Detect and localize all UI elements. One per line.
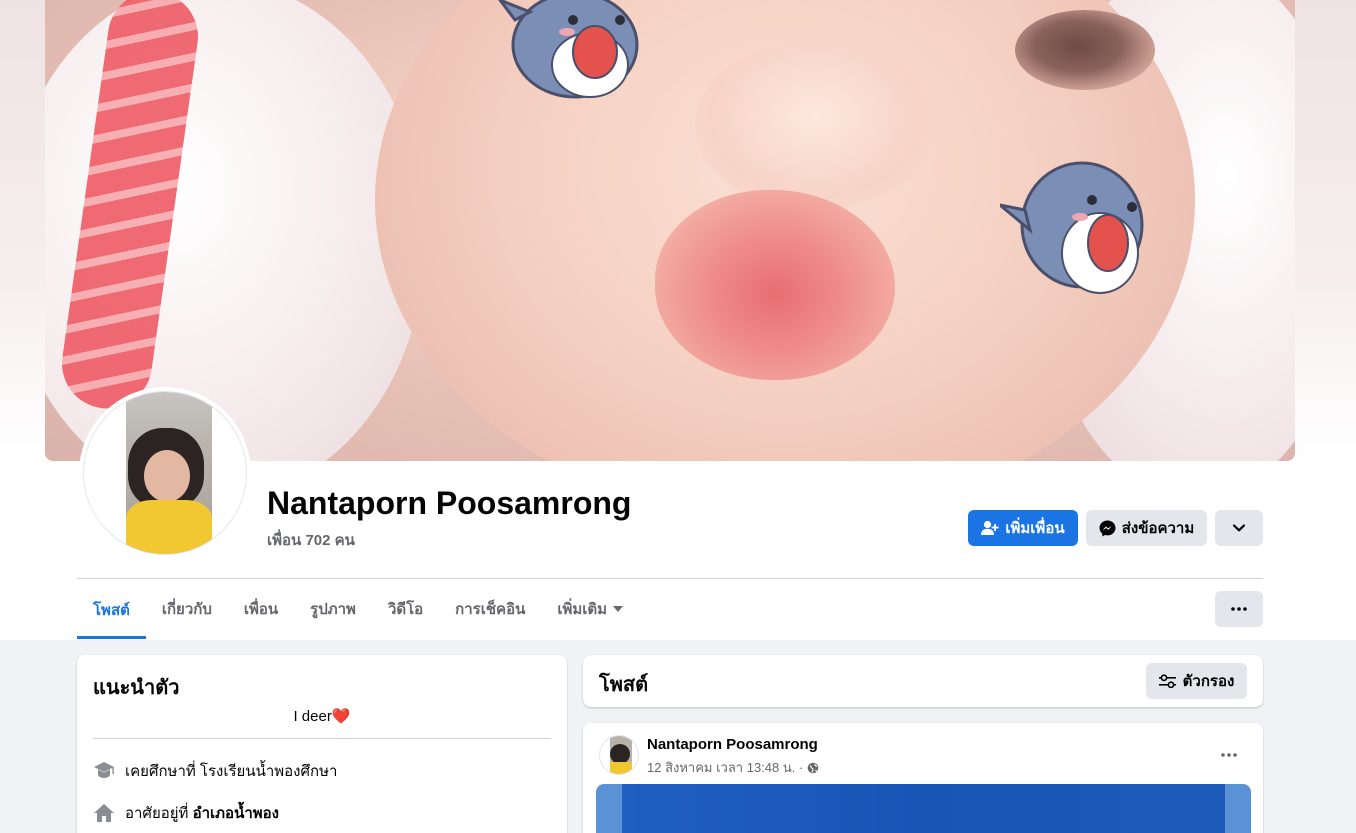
intro-title: แนะนำตัว [93,677,180,699]
cover-photo[interactable] [45,0,1295,461]
education-value[interactable]: โรงเรียนน้ำพองศึกษา [200,763,337,780]
tab-more[interactable]: เพิ่มเติม [541,580,639,638]
bio: I deer❤️ [77,707,567,725]
profile-name: Nantaporn Poosamrong [267,485,632,521]
bio-divider [93,738,551,739]
chevron-down-icon [1233,524,1245,532]
post-meta: 12 สิงหาคม เวลา 13:48 น. · [647,757,819,778]
bio-text: I deer [293,708,332,725]
filter-label: ตัวกรอง [1182,673,1235,690]
tab-label: การเช็คอิน [455,601,526,618]
post-avatar-shirt [610,762,632,774]
profile-tabs: โพสต์ เกี่ยวกับ เพื่อน รูปภาพ วิดีโอ การ… [77,580,639,640]
shark-sticker-icon [498,0,639,99]
add-person-icon [981,520,1000,535]
education-prefix: เคยศึกษาที่ [125,763,200,780]
post-avatar-hair [610,744,630,764]
profile-picture[interactable] [79,387,251,559]
message-label: ส่งข้อความ [1121,520,1195,537]
add-friend-label: เพิ่มเพื่อน [1005,520,1065,537]
tab-label: เพิ่มเติม [557,601,608,618]
header-divider [77,578,1263,579]
cover-eye [1015,10,1155,90]
tab-label: วิดีโอ [387,601,424,618]
tab-checkins[interactable]: การเช็คอิน [439,580,541,638]
education-text: เคยศึกษาที่ โรงเรียนน้ำพองศึกษา [125,759,337,783]
avatar-face [144,450,190,502]
graduation-cap-icon [94,762,114,778]
message-button[interactable]: ส่งข้อความ [1086,510,1207,546]
post-options-button[interactable] [1211,737,1247,773]
tab-photos[interactable]: รูปภาพ [294,580,372,638]
tab-videos[interactable]: วิดีโอ [372,580,439,638]
education-row: เคยศึกษาที่ โรงเรียนน้ำพองศึกษา [93,759,337,783]
post-author-name[interactable]: Nantaporn Poosamrong [647,736,818,753]
tab-label: เพื่อน [243,601,279,618]
post-card: Nantaporn Poosamrong 12 สิงหาคม เวลา 13:… [583,723,1263,833]
post-media[interactable] [596,784,1251,833]
post-timestamp[interactable]: 12 สิงหาคม เวลา 13:48 น. · [647,757,803,778]
lives-in-row: อาศัยอยู่ที่ อำเภอน้ำพอง [93,801,279,825]
caret-down-icon [613,606,624,612]
lives-value[interactable]: อำเภอน้ำพอง [193,805,279,822]
post-author-avatar[interactable] [599,735,639,775]
globe-icon [808,762,819,773]
lives-prefix: อาศัยอยู่ที่ [125,805,193,822]
friends-count[interactable]: เพื่อน 702 คน [267,528,355,552]
home-icon [94,804,114,822]
cover-lips [655,190,895,380]
add-friend-button[interactable]: เพิ่มเพื่อน [968,510,1078,546]
shark-sticker-icon [1000,161,1144,294]
avatar-shirt [126,500,212,554]
messenger-icon [1099,520,1116,536]
sliders-icon [1158,674,1176,688]
more-options-button[interactable] [1215,510,1263,546]
lives-in-text: อาศัยอยู่ที่ อำเภอน้ำพอง [125,801,279,825]
filter-button[interactable]: ตัวกรอง [1146,663,1247,699]
tab-about[interactable]: เกี่ยวกับ [146,580,228,638]
tab-label: โพสต์ [93,601,130,619]
tab-label: รูปภาพ [310,601,356,618]
posts-title: โพสต์ [599,674,649,696]
tabs-more-button[interactable] [1215,591,1263,627]
more-dots-icon [1231,607,1247,611]
intro-card: แนะนำตัว I deer❤️ เคยศึกษาที่ โรงเรียนน้… [77,655,567,833]
tab-friends[interactable]: เพื่อน [228,580,294,638]
tab-posts[interactable]: โพสต์ [77,580,146,639]
bio-emoji: ❤️ [331,708,351,725]
more-dots-icon [1221,753,1237,757]
avatar [83,391,247,555]
cover-nose [695,40,935,210]
posts-header-card: โพสต์ ตัวกรอง [583,655,1263,707]
tab-label: เกี่ยวกับ [161,601,212,618]
